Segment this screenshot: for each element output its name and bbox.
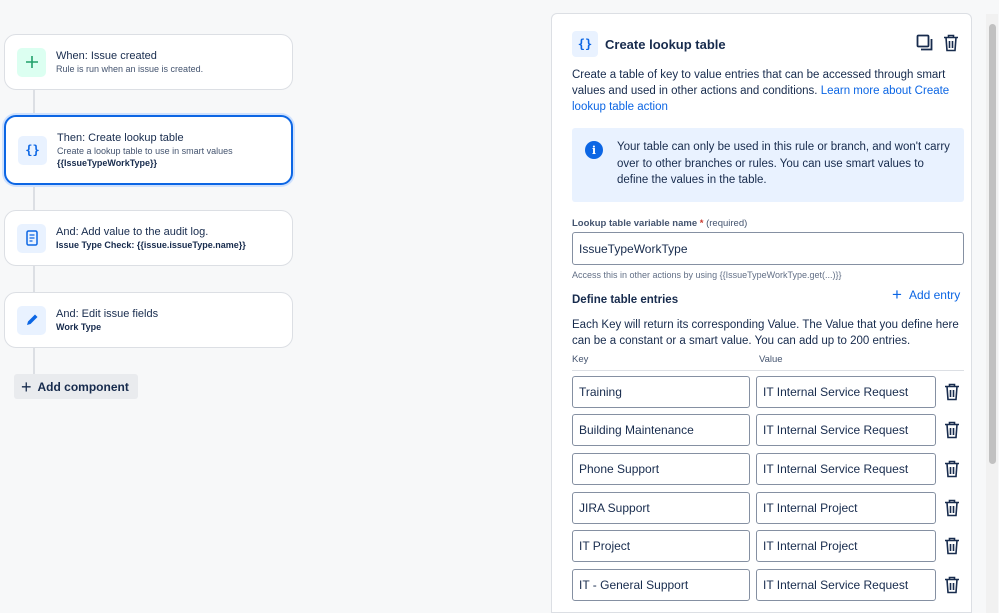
key-input[interactable]: Phone Support [572, 453, 750, 485]
pencil-icon [17, 305, 46, 335]
audit-log-card[interactable]: And: Add value to the audit log. Issue T… [4, 210, 293, 266]
trash-icon[interactable] [942, 497, 962, 519]
variable-name-label: Lookup table variable name * (required) [572, 218, 747, 229]
trash-icon[interactable] [942, 381, 962, 403]
add-entry-label: Add entry [908, 287, 961, 302]
lookup-detail: {{IssueTypeWorkType}} [57, 158, 158, 168]
scrollbar-thumb[interactable] [989, 24, 996, 464]
panel-header: {} Create lookup table [572, 31, 726, 57]
config-panel: {} Create lookup table Create a table of… [551, 13, 972, 613]
helper-text: Access this in other actions by using {{… [572, 270, 842, 280]
value-input[interactable]: IT Internal Service Request [756, 376, 936, 408]
variable-label-text: Lookup table variable name [572, 218, 698, 229]
audit-title: And: Add value to the audit log. [56, 226, 209, 238]
duplicate-icon[interactable] [914, 32, 936, 54]
panel-description: Create a table of key to value entries t… [572, 67, 952, 115]
lookup-table-card[interactable]: {} Then: Create lookup table Create a lo… [4, 115, 293, 185]
key-input[interactable]: IT - General Support [572, 569, 750, 601]
panel-title: Create lookup table [605, 36, 726, 52]
trash-icon[interactable] [942, 419, 962, 441]
edit-title: And: Edit issue fields [56, 308, 159, 320]
panel-scrollbar[interactable] [986, 14, 998, 613]
flow-connector [33, 184, 35, 211]
value-input[interactable]: IT Internal Project [756, 492, 936, 524]
trash-icon[interactable] [940, 32, 962, 54]
value-input[interactable]: IT Internal Project [756, 530, 936, 562]
define-entries-description: Each Key will return its corresponding V… [572, 319, 959, 347]
key-input[interactable]: Building Maintenance [572, 414, 750, 446]
info-banner: i Your table can only be used in this ru… [572, 128, 964, 202]
define-entries-title: Define table entries [572, 294, 679, 306]
trigger-title: When: Issue created [56, 50, 157, 62]
flow-connector [33, 347, 35, 375]
add-entry-button[interactable]: + Add entry [892, 286, 960, 303]
info-icon: i [585, 141, 603, 159]
lookup-subtitle: Create a lookup table to use in smart va… [57, 146, 233, 156]
flow-connector [33, 89, 35, 116]
required-mark: * [699, 218, 704, 229]
plus-icon: + [21, 376, 32, 397]
trash-icon[interactable] [942, 535, 962, 557]
key-input[interactable]: JIRA Support [572, 492, 750, 524]
value-column-header: Value [759, 354, 783, 365]
add-component-button[interactable]: + Add component [14, 374, 138, 399]
plus-icon [17, 47, 46, 77]
key-column-header: Key [572, 354, 589, 365]
info-text: Your table can only be used in this rule… [617, 141, 950, 186]
value-input[interactable]: IT Internal Service Request [756, 453, 936, 485]
key-input[interactable]: Training [572, 376, 750, 408]
trash-icon[interactable] [942, 458, 962, 480]
plus-icon: + [892, 285, 902, 304]
key-input[interactable]: IT Project [572, 530, 750, 562]
add-component-label: Add component [37, 379, 129, 394]
header-divider [572, 370, 964, 371]
flow-connector [33, 265, 35, 293]
edit-issue-card[interactable]: And: Edit issue fields Work Type [4, 292, 293, 348]
required-text: (required) [706, 218, 748, 229]
curly-braces-icon: {} [572, 31, 598, 57]
value-input[interactable]: IT Internal Service Request [756, 569, 936, 601]
lookup-title: Then: Create lookup table [57, 132, 184, 144]
value-input[interactable]: IT Internal Service Request [756, 414, 936, 446]
trigger-subtitle: Rule is run when an issue is created. [56, 64, 204, 74]
audit-detail: Issue Type Check: {{issue.issueType.name… [56, 240, 246, 250]
edit-detail: Work Type [56, 322, 102, 332]
trigger-card[interactable]: When: Issue created Rule is run when an … [4, 34, 293, 90]
variable-name-input[interactable]: IssueTypeWorkType [572, 232, 964, 265]
trash-icon[interactable] [942, 574, 962, 596]
curly-braces-icon: {} [18, 135, 47, 165]
document-icon [17, 223, 46, 253]
